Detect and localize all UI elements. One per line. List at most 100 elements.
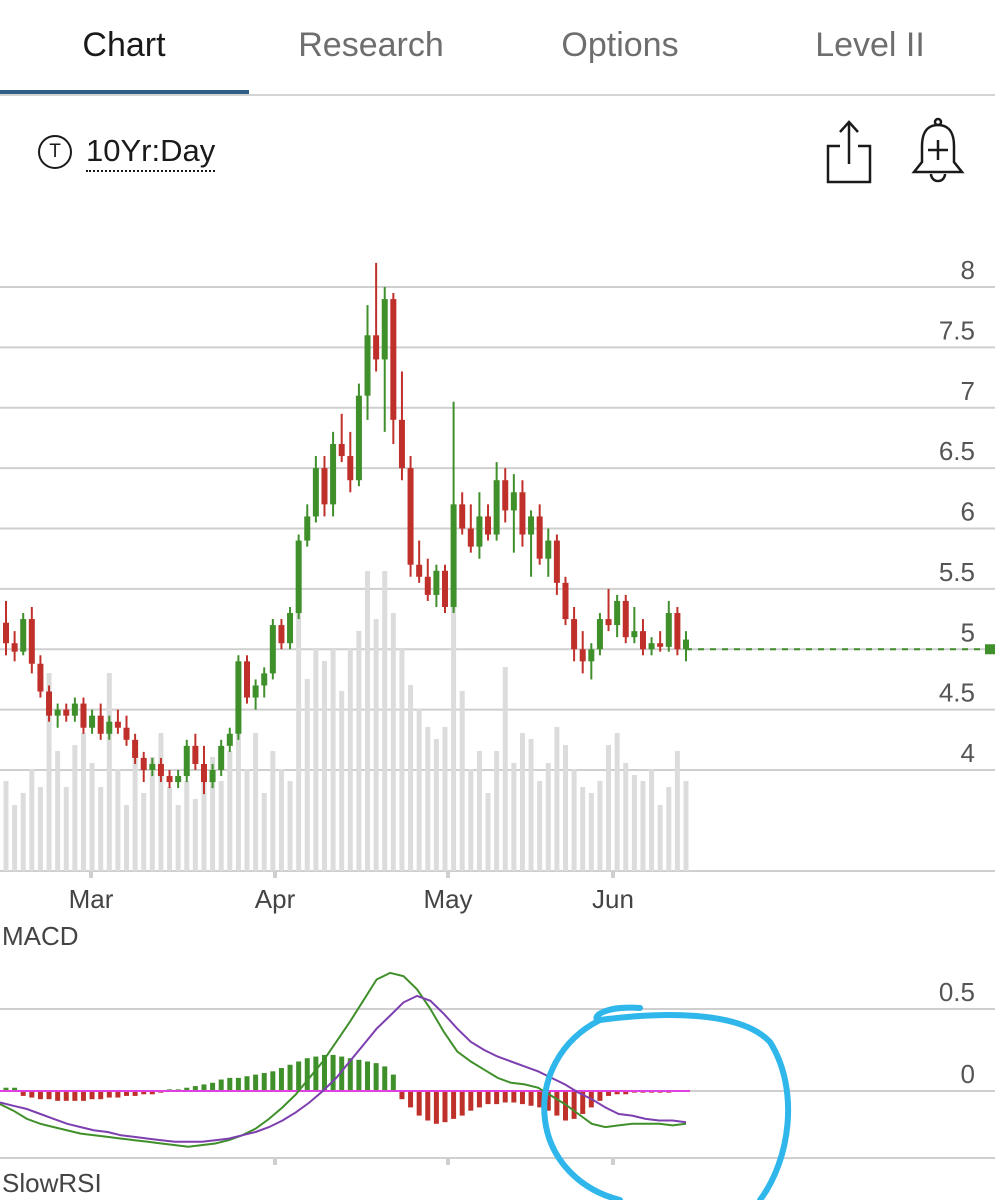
date-axis: Mar Apr May Jun [69, 871, 634, 914]
macd-histogram-bar [528, 1091, 534, 1106]
candle-body [269, 625, 276, 674]
volume-bar [20, 793, 26, 871]
candle-body [37, 663, 44, 692]
volume-bar [270, 751, 276, 871]
volume-bar [373, 619, 379, 871]
volume-bar [537, 781, 543, 871]
candle-body [304, 516, 311, 541]
volume-bar [631, 775, 637, 871]
candle-body [373, 335, 380, 360]
macd-histogram-bar [278, 1068, 284, 1091]
volume-bar [580, 787, 586, 871]
candle-body [3, 622, 9, 644]
macd-histogram-bar [425, 1091, 431, 1121]
candle-body [114, 721, 121, 728]
candle-body [579, 649, 586, 662]
candle-body [20, 619, 27, 652]
candle-body [149, 763, 156, 770]
candle-body [398, 419, 405, 469]
candle-body [605, 619, 612, 626]
candle-body [545, 540, 552, 559]
volume-bar [304, 679, 310, 871]
price-tick-label: 6.5 [939, 436, 975, 466]
macd-histogram-bar [554, 1091, 560, 1116]
volume-bar [494, 751, 500, 871]
candle-body [364, 335, 371, 396]
candle-body [338, 443, 345, 457]
add-alert-button[interactable] [906, 114, 970, 186]
volume-bar [89, 763, 95, 871]
candle-body [123, 727, 130, 740]
candle-body [321, 468, 328, 505]
candle-body [63, 709, 70, 716]
macd-histogram-bar [313, 1056, 319, 1091]
candle-body [175, 776, 182, 783]
volume-bar [433, 739, 439, 871]
volume-bar [382, 571, 388, 871]
macd-histogram-bar [304, 1058, 310, 1091]
volume-bar [588, 793, 594, 871]
tab-research[interactable]: Research [260, 20, 482, 70]
candle-body [622, 600, 629, 638]
time-range-label: 10Yr:Day [86, 132, 216, 172]
candle-body [157, 763, 164, 777]
candle-body [312, 468, 319, 517]
candle-body [416, 564, 423, 577]
macd-histogram-bar [55, 1091, 61, 1101]
date-tick-label: Apr [255, 884, 296, 914]
price-tick-label: 5 [961, 617, 975, 647]
candle-body [674, 613, 681, 650]
volume-bar [416, 709, 422, 871]
macd-histogram-bar [408, 1091, 414, 1108]
candle-body [528, 516, 535, 535]
macd-histogram-bar [485, 1091, 491, 1105]
candle-body [536, 516, 543, 559]
date-tick-label: Mar [69, 884, 114, 914]
price-tick-label: 6 [961, 497, 975, 527]
volume-bar [356, 631, 362, 871]
volume-bar [3, 781, 9, 871]
price-tick-label: 7.5 [939, 315, 975, 345]
price-tick-label: 7 [961, 376, 975, 406]
volume-bar [657, 805, 663, 871]
time-range-selector[interactable]: T 10Yr:Day [38, 130, 216, 174]
volume-bar [115, 769, 121, 871]
tab-level-ii[interactable]: Level II [770, 20, 970, 70]
candle-body [252, 685, 259, 698]
candle-body [166, 776, 173, 783]
macd-histogram-bar [98, 1091, 104, 1100]
volume-bar [442, 727, 448, 871]
volume-bar [261, 793, 267, 871]
macd-histogram [0, 1054, 690, 1124]
price-tick-label: 4.5 [939, 678, 975, 708]
candle-body [46, 691, 53, 716]
share-button[interactable] [820, 118, 878, 186]
macd-label: MACD [2, 921, 79, 951]
macd-histogram-bar [330, 1054, 336, 1091]
candle-body [209, 770, 216, 783]
volume-bar [29, 769, 35, 871]
candle-body [226, 733, 233, 746]
macd-histogram-bar [72, 1091, 78, 1101]
macd-histogram-bar [476, 1091, 482, 1108]
volume-bar [606, 745, 612, 871]
price-chart[interactable]: 87.576.565.554.54 Mar Apr May Jun 0.50 MACD… [0, 200, 995, 1200]
volume-bar [124, 805, 130, 871]
volume-bar [476, 751, 482, 871]
volume-bar [674, 751, 680, 871]
candle-body [200, 763, 207, 783]
candle-body [596, 619, 603, 650]
tab-chart[interactable]: Chart [22, 20, 226, 70]
slowrsi-label: SlowRSI [2, 1168, 102, 1198]
macd-histogram-bar [244, 1076, 250, 1091]
macd-histogram-bar [468, 1091, 474, 1111]
candle-body [192, 745, 199, 764]
candle-body [54, 709, 61, 716]
bell-plus-icon [911, 117, 965, 183]
macd-histogram-bar [37, 1091, 43, 1100]
candle-body [588, 649, 595, 662]
macd-histogram-bar [270, 1071, 276, 1091]
tab-options[interactable]: Options [520, 20, 720, 70]
candle-body [278, 625, 285, 644]
macd-histogram-bar [63, 1091, 69, 1101]
